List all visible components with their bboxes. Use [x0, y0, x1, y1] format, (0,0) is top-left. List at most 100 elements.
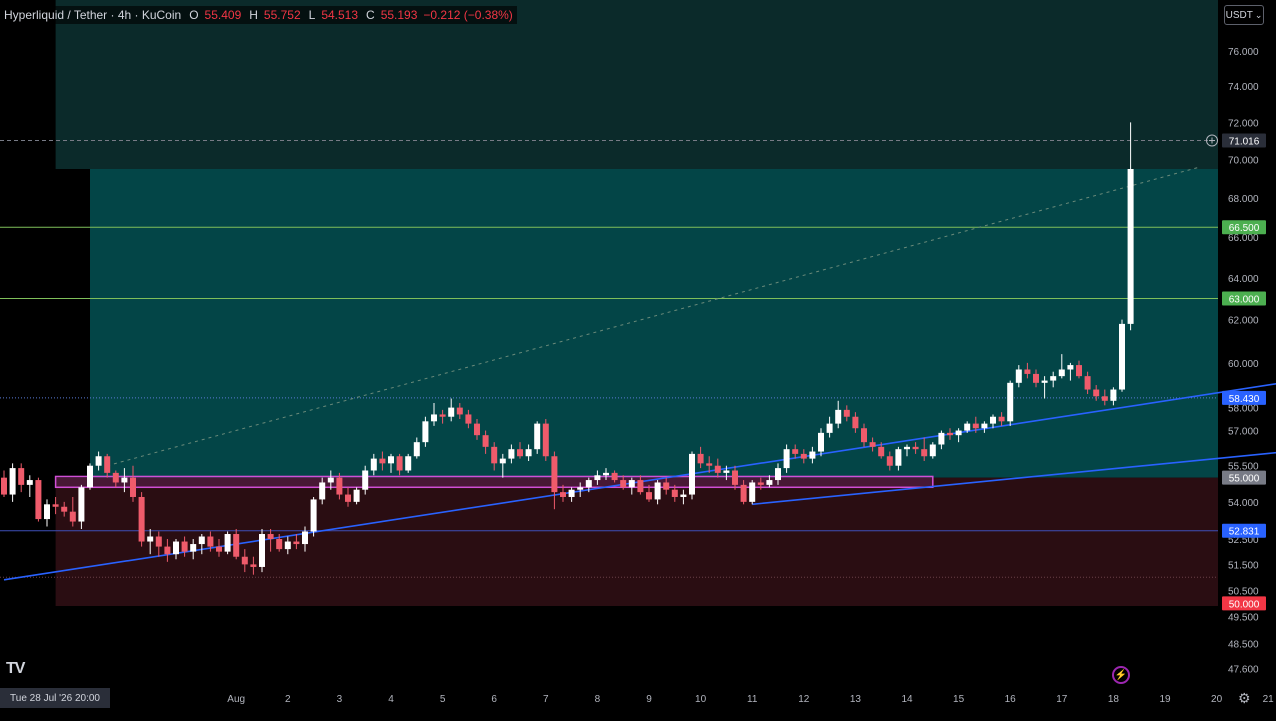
- time-tick-label: 11: [747, 694, 758, 705]
- price-chart[interactable]: 78.00076.00074.00072.00070.00068.00066.0…: [0, 0, 1276, 716]
- candle: [783, 449, 790, 469]
- price-tick-label: 54.000: [1228, 498, 1259, 509]
- candle: [155, 536, 162, 547]
- lightning-icon[interactable]: ⚡: [1112, 666, 1130, 684]
- candle: [740, 484, 747, 502]
- currency-selector[interactable]: USDT ⌄: [1224, 5, 1264, 25]
- candle: [26, 480, 33, 485]
- candle: [818, 432, 824, 452]
- time-tick-label: 15: [953, 694, 965, 705]
- price-tick-label: 72.000: [1228, 118, 1259, 129]
- low-label: L: [308, 8, 316, 22]
- candle: [138, 496, 145, 542]
- crosshair-date-label: Tue 28 Jul '26 20:00: [0, 688, 110, 708]
- time-tick-label: 21: [1263, 694, 1275, 705]
- low-value: 54.513: [321, 8, 359, 22]
- candle: [594, 475, 601, 481]
- candle: [1127, 169, 1134, 324]
- time-tick-label: 16: [1005, 694, 1017, 705]
- time-tick-label: 20: [1211, 694, 1223, 705]
- time-tick-label: 8: [595, 694, 601, 705]
- candle: [95, 456, 102, 466]
- high-value: 55.752: [263, 8, 301, 22]
- candle: [560, 492, 566, 497]
- candle: [921, 449, 928, 457]
- candle: [843, 409, 850, 417]
- candle: [792, 449, 799, 454]
- candle: [878, 446, 885, 457]
- candle: [861, 428, 867, 443]
- price-tick-label: 76.000: [1228, 47, 1259, 58]
- candle: [456, 407, 463, 415]
- price-badge-label: 58.430: [1229, 394, 1260, 405]
- candle: [413, 442, 420, 457]
- candle: [990, 416, 996, 424]
- price-badge-label: 71.016: [1229, 137, 1260, 148]
- candle: [482, 435, 489, 447]
- candle: [164, 546, 171, 555]
- candle: [611, 472, 618, 481]
- candle: [18, 468, 25, 485]
- candle: [422, 421, 429, 443]
- candle: [1050, 376, 1057, 381]
- price-tick-label: 50.500: [1228, 586, 1259, 597]
- candle: [757, 482, 764, 485]
- candle: [886, 456, 893, 466]
- time-tick-label: 13: [850, 694, 862, 705]
- candle: [1015, 369, 1022, 383]
- candle: [628, 480, 635, 488]
- chart-area[interactable]: 78.00076.00074.00072.00070.00068.00066.0…: [0, 0, 1276, 716]
- candle: [52, 504, 59, 507]
- time-tick-label: 2: [285, 694, 291, 705]
- candle: [749, 482, 756, 502]
- change-value: −0.212 (−0.38%): [423, 8, 513, 22]
- tradingview-logo-icon[interactable]: TV: [6, 660, 25, 678]
- candle: [302, 531, 308, 545]
- candle: [835, 409, 842, 424]
- time-tick-label: 17: [1056, 694, 1068, 705]
- price-tick-label: 58.000: [1228, 404, 1259, 415]
- candle: [680, 494, 687, 497]
- price-tick-label: 51.500: [1228, 560, 1259, 571]
- candle: [568, 489, 575, 497]
- candle: [241, 556, 248, 565]
- candle: [551, 456, 558, 493]
- candle: [1119, 323, 1125, 390]
- candle: [1110, 389, 1117, 401]
- candle: [852, 416, 859, 429]
- time-tick-label: 5: [440, 694, 446, 705]
- price-tick-label: 64.000: [1228, 274, 1259, 285]
- candle: [826, 423, 833, 433]
- chevron-down-icon: ⌄: [1254, 9, 1263, 20]
- candle: [800, 453, 807, 459]
- candle: [955, 430, 962, 436]
- candle: [345, 494, 351, 502]
- candle: [869, 442, 876, 447]
- candle: [1058, 369, 1065, 377]
- candle: [1024, 369, 1031, 374]
- price-tick-label: 62.000: [1228, 316, 1259, 327]
- price-tick-label: 60.000: [1228, 359, 1259, 370]
- symbol-title[interactable]: Hyperliquid / Tether · 4h · KuCoin: [4, 8, 181, 22]
- candle: [431, 414, 437, 422]
- time-tick-label: 4: [388, 694, 394, 705]
- candle: [190, 544, 197, 552]
- candle: [929, 444, 936, 457]
- candle: [1033, 373, 1039, 383]
- candle: [766, 480, 773, 485]
- gear-icon[interactable]: ⚙: [1238, 690, 1251, 707]
- candle: [1067, 365, 1074, 370]
- price-tick-label: 68.000: [1228, 194, 1259, 205]
- candle: [732, 470, 738, 485]
- price-tick-label: 48.500: [1228, 640, 1259, 651]
- candle: [284, 541, 291, 550]
- candle: [474, 423, 480, 436]
- candle: [465, 414, 472, 424]
- time-tick-label: 9: [646, 694, 652, 705]
- time-tick-label: 18: [1108, 694, 1120, 705]
- candle: [104, 456, 111, 473]
- candle: [809, 451, 816, 459]
- candle: [69, 511, 76, 522]
- candle: [310, 499, 317, 532]
- candle: [775, 468, 781, 481]
